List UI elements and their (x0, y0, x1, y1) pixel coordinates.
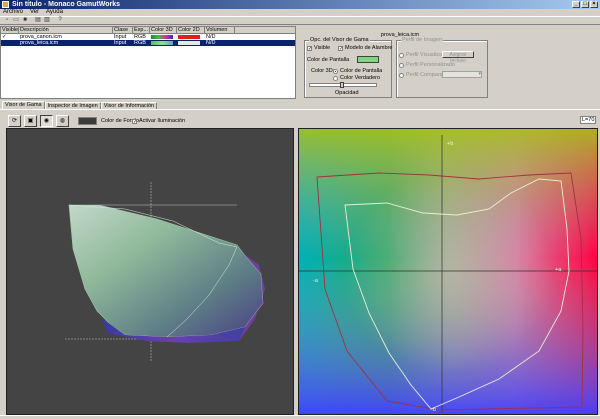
wireframe-label: Modelo de Alambre (345, 45, 393, 51)
col-color-2d[interactable]: Color 2D (177, 27, 205, 33)
ab-plot: +b -a +a -b (299, 129, 597, 414)
radio-icon (333, 75, 338, 81)
col-color-3d[interactable]: Color 3D (150, 27, 177, 33)
radio-true-color[interactable]: Color Verdadero (333, 75, 380, 81)
lighting-checkbox[interactable]: ✓ Activar Iluminación (132, 118, 185, 124)
window-title: Sin título - Monaco GamutWorks (12, 1, 120, 8)
radio-icon (399, 62, 404, 68)
color-3d-swatch[interactable] (151, 35, 173, 39)
print-preview-icon[interactable]: ▥ (43, 17, 51, 24)
title-bar: Sin título - Monaco GamutWorks _ □ × (0, 0, 600, 9)
profile-settings-panel: prova_leica.icm Opc. del Visor de Gama ✓… (300, 26, 600, 99)
color-2d-swatch[interactable] (178, 35, 200, 39)
checkbox-icon: ✓ (307, 45, 313, 52)
gamut-3d-view[interactable] (6, 128, 294, 415)
status-bar (0, 415, 600, 419)
profile-space: RGB (134, 40, 146, 46)
screen-color-swatch[interactable] (357, 56, 379, 63)
opacity-slider[interactable] (309, 82, 377, 88)
radio-profile-dest[interactable]: Perfil Personalizado (399, 62, 455, 68)
view-options-group: Opc. del Visor de Gama ✓ Visible ✓ Model… (304, 37, 392, 98)
col-visible[interactable]: Visible (1, 27, 19, 33)
table-row[interactable]: prova_leica.icm Input RGB N/D (1, 40, 295, 46)
open-icon[interactable]: ▭ (12, 17, 20, 24)
toolbar: ▫ ▭ ■ ▤ ▥ ? (0, 16, 600, 25)
color-3d-label: Color 3D: (311, 68, 335, 74)
visible-check[interactable] (1, 40, 19, 46)
radio-screen-color[interactable]: Color de Pantalla (333, 68, 382, 74)
opacity-slider-thumb[interactable] (340, 82, 344, 88)
lightness-field[interactable]: L=70 (580, 116, 596, 124)
profile-table-header: Visible Descripción Clase Esp... Color 3… (1, 27, 295, 34)
menu-ayuda[interactable]: Ayuda (46, 9, 63, 16)
lighting-icon[interactable]: ◉ (40, 115, 53, 127)
cube-icon[interactable]: ▣ (24, 115, 37, 127)
sphere-icon[interactable]: ◍ (56, 115, 69, 127)
profile-volume: N/D (206, 40, 216, 46)
profile-table: Visible Descripción Clase Esp... Color 3… (0, 26, 296, 99)
plus-b-label: +b (447, 141, 453, 147)
viewer-controls: ⟳ ▣ ◉ ◍ Color de Fondo ✓ Activar Ilumina… (0, 112, 600, 128)
profile-dropdown[interactable]: ▾ (442, 71, 482, 78)
minus-b-label: -b (431, 407, 436, 413)
app-icon (2, 1, 9, 8)
menu-archivo[interactable]: Archivo (3, 9, 23, 16)
opacity-label: Opacidad (335, 90, 359, 96)
new-icon[interactable]: ▫ (3, 17, 11, 24)
assign-button[interactable]: Asignar Incluso (442, 51, 474, 64)
col-space[interactable]: Esp... (133, 27, 150, 33)
visible-label: Visible (314, 45, 331, 51)
maximize-button[interactable]: □ (581, 1, 589, 8)
plus-a-label: +a (555, 267, 562, 273)
col-description[interactable]: Descripción (19, 27, 113, 33)
color-3d-swatch[interactable] (151, 41, 173, 45)
checkbox-icon: ✓ (338, 45, 344, 52)
gamut-3d-render (65, 182, 265, 361)
color-2d-swatch[interactable] (178, 41, 200, 45)
menu-ver[interactable]: Ver (30, 9, 39, 16)
profile-description: prova_leica.icm (20, 40, 59, 46)
checkbox-icon: ✓ (132, 118, 138, 125)
col-class[interactable]: Clase (113, 27, 133, 33)
rotate-icon[interactable]: ⟳ (8, 115, 21, 127)
col-volume[interactable]: Volumen (205, 27, 235, 33)
image-profile-legend: Perfil de Imagen (401, 37, 444, 43)
neutral-center (299, 129, 597, 414)
radio-icon (399, 52, 404, 58)
radio-icon (333, 68, 338, 74)
image-profile-group: Perfil de Imagen Perfil Visualizador Asi… (396, 37, 488, 98)
print-icon[interactable]: ▤ (34, 17, 42, 24)
gamut-solid (68, 204, 264, 338)
minimize-button[interactable]: _ (572, 1, 580, 8)
visible-checkbox[interactable]: ✓ Visible (307, 45, 330, 51)
wireframe-checkbox[interactable]: ✓ Modelo de Alambre (338, 45, 392, 51)
screen-color-label: Color de Pantalla (307, 57, 350, 63)
help-icon[interactable]: ? (56, 17, 64, 24)
background-color-swatch[interactable] (78, 117, 97, 125)
profile-class: Input (114, 40, 127, 46)
gamut-2d-view[interactable]: +b -a +a -b (298, 128, 598, 415)
chevron-down-icon: ▾ (478, 71, 481, 77)
view-options-legend: Opc. del Visor de Gama (309, 37, 370, 43)
radio-icon (399, 72, 404, 78)
save-icon[interactable]: ■ (21, 17, 29, 24)
menu-bar: Archivo Ver Ayuda (0, 9, 600, 16)
app-window: Sin título - Monaco GamutWorks _ □ × Arc… (0, 0, 600, 419)
close-button[interactable]: × (590, 1, 598, 8)
